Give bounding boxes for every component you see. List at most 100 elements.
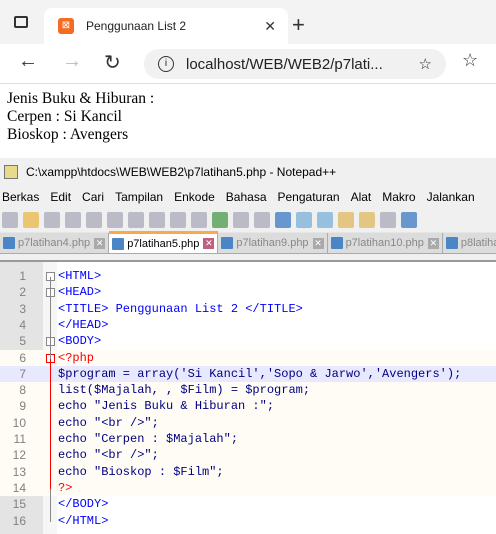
close-tab-icon[interactable]: ✕ xyxy=(203,238,215,249)
address-bar[interactable]: i localhost/WEB/WEB2/p7lati... ☆ xyxy=(144,49,446,79)
xampp-favicon-icon: ⊠ xyxy=(58,18,74,34)
code-line[interactable]: 4 </HEAD> xyxy=(0,317,496,333)
code-line[interactable]: 7 $program = array('Si Kancil','Sopo & Ja… xyxy=(0,365,496,383)
info-icon[interactable]: i xyxy=(158,56,174,72)
new-file-icon[interactable] xyxy=(2,212,18,228)
code-line[interactable]: 12 echo "<br />"; xyxy=(0,447,496,464)
code-line[interactable]: 14 ?> xyxy=(0,479,496,497)
code-line[interactable]: 15 </BODY> xyxy=(0,496,496,512)
code-line[interactable]: 3 <TITLE> Penggunaan List 2 </TITLE> xyxy=(0,301,496,317)
code-line[interactable]: 16 </HTML> xyxy=(0,513,496,529)
close-tab-icon[interactable]: ✕ xyxy=(94,237,106,249)
browser-tabbar: ⊠ Penggunaan List 2 ✕ + xyxy=(0,0,496,44)
line-number: 13 xyxy=(12,464,26,479)
code-line[interactable]: 9 echo "Jenis Buku & Hiburan :"; xyxy=(0,398,496,415)
find-icon[interactable] xyxy=(254,212,270,228)
code-line[interactable]: 13 echo "Bioskop : $Film"; xyxy=(0,463,496,480)
menu-cari[interactable]: Cari xyxy=(82,190,104,204)
php-fold-line xyxy=(50,358,51,489)
file-save-icon xyxy=(3,237,15,249)
code-text: $program = array('Si Kancil','Sopo & Jar… xyxy=(58,366,462,381)
code-text: ?> xyxy=(58,480,73,495)
code-text: <TITLE> Penggunaan List 2 </TITLE> xyxy=(58,301,303,316)
menu-jalankan[interactable]: Jalankan xyxy=(427,190,475,204)
close-icon[interactable] xyxy=(86,212,102,228)
zoom-in-icon[interactable] xyxy=(296,212,312,228)
file-tab[interactable]: p8latiha xyxy=(442,233,496,253)
sync-vertical-icon[interactable] xyxy=(338,212,354,228)
code-editor[interactable]: 1 <HTML> 2 <HEAD> 3 <TITLE> Penggunaan List 2… xyxy=(0,260,496,534)
code-line[interactable]: 2 <HEAD> xyxy=(0,284,496,300)
code-text: echo "<br />"; xyxy=(58,415,159,430)
new-tab-button[interactable]: + xyxy=(292,12,305,38)
back-icon[interactable]: ← xyxy=(18,50,38,73)
line-number: 6 xyxy=(19,350,26,365)
print-icon[interactable] xyxy=(128,212,144,228)
file-tab-active[interactable]: p7latihan5.php ✕ xyxy=(109,231,219,253)
notepadpp-window: C:\xampp\htdocs\WEB\WEB2\p7latihan5.php … xyxy=(0,158,496,534)
save-all-icon[interactable] xyxy=(65,212,81,228)
file-tab-label: p7latihan4.php xyxy=(18,237,91,249)
sync-horizontal-icon[interactable] xyxy=(359,212,375,228)
close-tab-icon[interactable]: ✕ xyxy=(312,237,324,249)
code-line[interactable]: 11 echo "Cerpen : $Majalah"; xyxy=(0,431,496,448)
show-all-chars-icon[interactable] xyxy=(401,212,417,228)
code-line[interactable]: 8 list($Majalah, , $Film) = $program; xyxy=(0,382,496,399)
file-save-icon xyxy=(221,237,234,249)
menu-alat[interactable]: Alat xyxy=(351,190,372,204)
line-number: 8 xyxy=(19,383,26,398)
cut-icon[interactable] xyxy=(149,212,165,228)
close-all-icon[interactable] xyxy=(107,212,123,228)
file-save-icon xyxy=(112,237,125,250)
code-text: </BODY> xyxy=(58,497,109,512)
favorites-icon[interactable]: ☆ xyxy=(462,50,478,71)
favorite-add-icon[interactable]: ☆ xyxy=(419,55,432,73)
menu-bahasa[interactable]: Bahasa xyxy=(226,190,267,204)
menu-pengaturan[interactable]: Pengaturan xyxy=(278,190,340,204)
replace-icon[interactable] xyxy=(275,212,291,228)
code-text: </HEAD> xyxy=(58,317,109,332)
open-file-icon[interactable] xyxy=(23,212,39,228)
menu-tampilan[interactable]: Tampilan xyxy=(115,190,163,204)
word-wrap-icon[interactable] xyxy=(380,212,396,228)
file-tab-label: p7latihan10.php xyxy=(345,237,424,249)
code-line[interactable]: 5 <BODY> xyxy=(0,333,496,349)
title-bar: C:\xampp\htdocs\WEB\WEB2\p7latihan5.php … xyxy=(0,158,496,186)
menu-bar: Berkas Edit Cari Tampilan Enkode Bahasa … xyxy=(0,186,496,208)
line-number: 11 xyxy=(13,432,26,446)
copy-icon[interactable] xyxy=(170,212,186,228)
reload-icon[interactable]: ↻ xyxy=(104,50,121,75)
window-menu-icon[interactable] xyxy=(14,16,28,28)
save-icon[interactable] xyxy=(44,212,60,228)
toolbar xyxy=(0,208,496,232)
paste-icon[interactable] xyxy=(191,212,207,228)
redo-icon[interactable] xyxy=(233,212,249,228)
menu-edit[interactable]: Edit xyxy=(50,190,71,204)
menu-enkode[interactable]: Enkode xyxy=(174,190,215,204)
window-title: C:\xampp\htdocs\WEB\WEB2\p7latihan5.php … xyxy=(26,165,337,179)
close-tab-icon[interactable]: ✕ xyxy=(264,18,276,35)
line-number: 4 xyxy=(19,317,26,332)
code-line[interactable]: 10 echo "<br />"; xyxy=(0,414,496,431)
file-tab-label: p7latihan5.php xyxy=(127,237,200,250)
undo-icon[interactable] xyxy=(212,212,228,228)
menu-berkas[interactable]: Berkas xyxy=(2,190,39,204)
zoom-out-icon[interactable] xyxy=(317,212,333,228)
menu-makro[interactable]: Makro xyxy=(382,190,415,204)
file-tab[interactable]: p7latihan4.php ✕ xyxy=(0,233,110,253)
code-text: echo "Bioskop : $Film"; xyxy=(58,464,224,479)
code-line[interactable]: 6 <?php xyxy=(0,349,496,366)
file-tabs: p7latihan4.php ✕ p7latihan5.php ✕ p7latiha… xyxy=(0,231,496,254)
close-tab-icon[interactable]: ✕ xyxy=(427,237,439,249)
line-number: 2 xyxy=(19,285,26,300)
code-text: <HEAD> xyxy=(58,285,102,300)
tab-title: Penggunaan List 2 xyxy=(86,19,187,33)
line-number: 1 xyxy=(19,269,26,283)
file-tab[interactable]: p7latihan10.php ✕ xyxy=(327,233,443,253)
code-line[interactable]: 1 <HTML> xyxy=(0,268,496,284)
browser-tab[interactable]: ⊠ Penggunaan List 2 ✕ xyxy=(44,8,288,44)
file-tab[interactable]: p7latihan9.php ✕ xyxy=(218,233,328,253)
file-save-icon xyxy=(445,237,458,249)
output-line: Cerpen : Si Kancil xyxy=(7,108,122,125)
forward-icon[interactable]: → xyxy=(62,50,82,73)
